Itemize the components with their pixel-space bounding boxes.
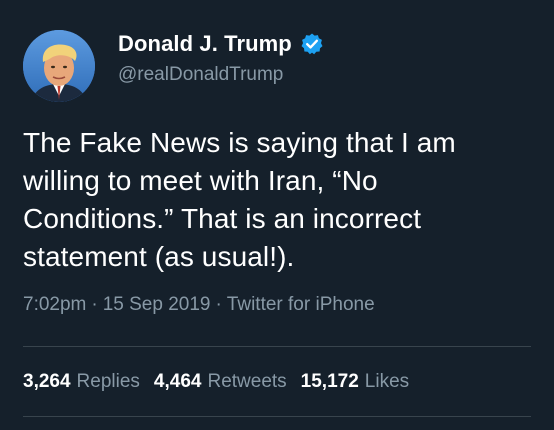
tweet-time[interactable]: 7:02pm [23, 294, 86, 315]
display-name[interactable]: Donald J. Trump [118, 31, 324, 57]
verified-badge-icon [300, 32, 324, 56]
divider [23, 346, 531, 347]
meta-separator: · [215, 294, 222, 315]
tweet-source[interactable]: Twitter for iPhone [227, 294, 375, 315]
tweet-stats: 3,264 Replies 4,464 Retweets 15,172 Likes [23, 371, 423, 393]
divider [23, 416, 531, 417]
tweet-text: The Fake News is saying that I am willin… [23, 127, 456, 272]
tweet-card: Donald J. Trump @realDonaldTrump The Fak… [0, 0, 554, 430]
display-name-text: Donald J. Trump [118, 31, 292, 56]
avatar[interactable] [23, 30, 95, 102]
retweets-count: 4,464 [153, 371, 202, 392]
tweet-meta: 7:02pm · 15 Sep 2019 · Twitter for iPhone [23, 294, 375, 316]
tweet-date[interactable]: 15 Sep 2019 [103, 294, 211, 315]
replies-count: 3,264 [23, 371, 71, 392]
likes-count: 15,172 [300, 371, 359, 392]
retweets-stat[interactable]: 4,464 Retweets [154, 371, 287, 392]
likes-stat[interactable]: 15,172 Likes [301, 371, 409, 392]
meta-separator: · [91, 294, 98, 315]
retweets-label: Retweets [207, 371, 287, 392]
replies-stat[interactable]: 3,264 Replies [23, 371, 140, 392]
avatar-photo-icon [23, 30, 95, 102]
replies-label: Replies [76, 371, 140, 392]
likes-label: Likes [364, 371, 410, 392]
user-handle[interactable]: @realDonaldTrump [118, 64, 283, 86]
